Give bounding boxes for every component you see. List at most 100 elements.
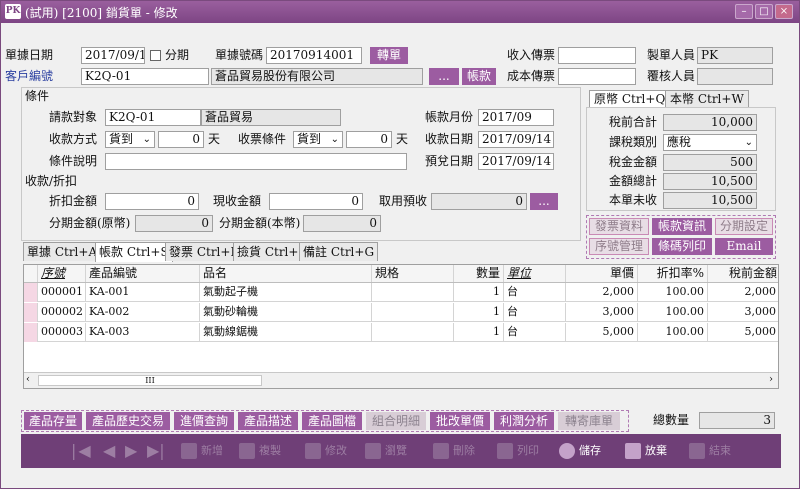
col-unit[interactable]: 單位	[504, 265, 566, 282]
date-input[interactable]: 2017/09/14	[81, 47, 145, 64]
cell-amount[interactable]: 5,000	[708, 323, 778, 342]
purchase-price-button[interactable]: 進價查詢	[174, 412, 234, 430]
cell-spec[interactable]	[372, 283, 454, 302]
cell-seq[interactable]: 000002	[38, 303, 86, 322]
product-history-button[interactable]: 產品歷史交易	[86, 412, 170, 430]
combo-detail-button[interactable]: 組合明細	[366, 412, 426, 430]
cell-code[interactable]: KA-003	[86, 323, 200, 342]
cell-spec[interactable]	[372, 323, 454, 342]
cell-spec[interactable]	[372, 303, 454, 322]
abandon-button[interactable]: 放棄	[625, 434, 667, 468]
col-price[interactable]: 單價	[566, 265, 638, 282]
next-record-icon[interactable]: ▶	[125, 434, 137, 468]
cell-price[interactable]: 2,000	[566, 283, 638, 302]
cell-disc[interactable]: 100.00	[638, 323, 708, 342]
row-marker[interactable]	[24, 323, 38, 342]
col-spec[interactable]: 規格	[372, 265, 454, 282]
first-record-icon[interactable]: |◀	[71, 434, 93, 468]
cell-qty[interactable]: 1	[454, 323, 504, 342]
cell-code[interactable]: KA-002	[86, 303, 200, 322]
cell-amount[interactable]: 2,000	[708, 283, 778, 302]
cell-name[interactable]: 氣動起子機	[200, 283, 372, 302]
discount-input[interactable]: 0	[105, 193, 199, 210]
advance-lookup-button[interactable]: ...	[530, 193, 558, 210]
terms-days-input[interactable]: 0	[346, 131, 392, 148]
account-info-button[interactable]: 帳款資訊	[652, 218, 712, 235]
cell-code[interactable]: KA-001	[86, 283, 200, 302]
period-input[interactable]: 2017/09	[478, 109, 554, 126]
product-stock-button[interactable]: 產品存量	[24, 412, 82, 430]
docno-input[interactable]: 20170914001	[266, 47, 362, 64]
print-button[interactable]: 列印	[497, 434, 539, 468]
target-code-input[interactable]: K2Q-01	[105, 109, 201, 126]
horizontal-scrollbar[interactable]: ‹ III ›	[24, 372, 778, 388]
cell-seq[interactable]: 000001	[38, 283, 86, 302]
col-seq[interactable]: 序號	[38, 265, 86, 282]
table-row[interactable]: 000002 KA-002 氣動砂輪機 1 台 3,000 100.00 3,000	[24, 303, 778, 322]
col-qty[interactable]: 數量	[454, 265, 504, 282]
tab-original-currency[interactable]: 原幣 Ctrl+Q	[589, 90, 671, 108]
barcode-print-button[interactable]: 條碼列印	[652, 238, 712, 255]
payment-days-input[interactable]: 0	[158, 131, 204, 148]
customer-code-label[interactable]: 客戶編號	[5, 68, 53, 85]
scroll-thumb[interactable]: III	[38, 375, 262, 386]
cell-qty[interactable]: 1	[454, 283, 504, 302]
payment-method-select[interactable]: 貨到 ⌄	[105, 131, 155, 148]
profit-analysis-button[interactable]: 利潤分析	[494, 412, 554, 430]
convert-button[interactable]: 轉單	[370, 47, 408, 64]
edit-button[interactable]: 修改	[305, 434, 347, 468]
desc-input[interactable]	[105, 153, 407, 170]
save-button[interactable]: 儲存	[559, 434, 601, 468]
tab-notes[interactable]: 備註 Ctrl+G	[299, 242, 379, 261]
tab-local-currency[interactable]: 本幣 Ctrl+W	[665, 90, 749, 108]
cell-seq[interactable]: 000003	[38, 323, 86, 342]
transfer-warehouse-button[interactable]: 轉寄庫單	[558, 412, 620, 430]
table-row[interactable]: 000003 KA-003 氣動線鋸機 1 台 5,000 100.00 5,000	[24, 323, 778, 342]
prev-record-icon[interactable]: ◀	[103, 434, 115, 468]
close-button[interactable]: ×	[775, 4, 793, 19]
browse-button[interactable]: 瀏覽	[365, 434, 407, 468]
collect-date-input[interactable]: 2017/09/14	[478, 131, 554, 148]
product-desc-button[interactable]: 產品描述	[238, 412, 298, 430]
invoice-data-button[interactable]: 發票資料	[589, 218, 649, 235]
col-discount[interactable]: 折扣率%	[638, 265, 708, 282]
tab-document[interactable]: 單據 Ctrl+A	[23, 242, 102, 261]
table-row[interactable]: 000001 KA-001 氣動起子機 1 台 2,000 100.00 2,000	[24, 283, 778, 302]
scroll-right-icon[interactable]: ›	[769, 374, 773, 385]
customer-lookup-button[interactable]: ...	[429, 68, 459, 85]
cell-unit[interactable]: 台	[504, 303, 566, 322]
last-record-icon[interactable]: ▶|	[147, 434, 165, 468]
cell-amount[interactable]: 3,000	[708, 303, 778, 322]
terms-select[interactable]: 貨到 ⌄	[293, 131, 343, 148]
cell-qty[interactable]: 1	[454, 303, 504, 322]
email-button[interactable]: Email	[715, 238, 773, 255]
minimize-button[interactable]: –	[735, 4, 753, 19]
cell-name[interactable]: 氣動線鋸機	[200, 323, 372, 342]
cell-disc[interactable]: 100.00	[638, 303, 708, 322]
income-voucher-input[interactable]	[558, 47, 636, 64]
scroll-left-icon[interactable]: ‹	[26, 374, 30, 385]
cell-name[interactable]: 氣動砂輪機	[200, 303, 372, 322]
expected-date-input[interactable]: 2017/09/14	[478, 153, 554, 170]
batch-price-button[interactable]: 批改單價	[430, 412, 490, 430]
copy-button[interactable]: 複製	[239, 434, 281, 468]
cell-price[interactable]: 3,000	[566, 303, 638, 322]
installment-setting-button[interactable]: 分期設定	[715, 218, 773, 235]
col-amount[interactable]: 稅前金額	[708, 265, 778, 282]
cost-voucher-input[interactable]	[558, 68, 636, 85]
new-button[interactable]: 新增	[181, 434, 223, 468]
delete-button[interactable]: 刪除	[433, 434, 475, 468]
cash-input[interactable]: 0	[269, 193, 363, 210]
maximize-button[interactable]: □	[755, 4, 773, 19]
customer-code-input[interactable]: K2Q-01	[81, 68, 209, 85]
row-marker[interactable]	[24, 283, 38, 302]
taxtype-select[interactable]: 應稅 ⌄	[663, 134, 757, 151]
account-button[interactable]: 帳款	[462, 68, 496, 85]
row-marker[interactable]	[24, 303, 38, 322]
serial-manage-button[interactable]: 序號管理	[589, 238, 649, 255]
product-image-button[interactable]: 產品圖檔	[302, 412, 362, 430]
col-code[interactable]: 產品編號	[86, 265, 200, 282]
cell-price[interactable]: 5,000	[566, 323, 638, 342]
tab-account[interactable]: 帳款 Ctrl+S	[95, 242, 173, 262]
col-name[interactable]: 品名	[200, 265, 372, 282]
